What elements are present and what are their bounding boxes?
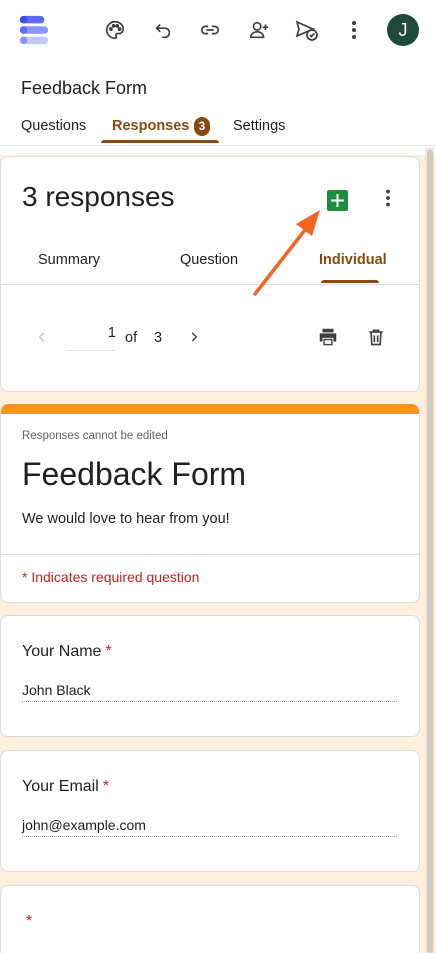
responses-card: 3 responses Summary Question Individual …: [0, 156, 420, 392]
document-title[interactable]: Feedback Form: [21, 78, 147, 99]
question-label: Your Name *: [22, 643, 112, 661]
answer-value: John Black: [22, 682, 91, 698]
question-label: Your Email *: [22, 778, 109, 796]
required-question-note: * Indicates required question: [22, 569, 200, 585]
tab-responses[interactable]: Responses: [112, 118, 189, 134]
question-title: Your Email: [22, 778, 99, 795]
scrollbar-thumb[interactable]: [427, 150, 433, 953]
subtab-individual[interactable]: Individual: [319, 252, 387, 268]
link-icon[interactable]: [194, 14, 226, 46]
subtab-summary[interactable]: Summary: [38, 252, 100, 268]
required-asterisk: *: [102, 778, 110, 795]
theme-color-bar: [1, 404, 419, 414]
pager-total: 3: [154, 330, 163, 346]
responses-card-divider: [1, 284, 419, 285]
question-card-partial: *: [0, 885, 420, 953]
question-title: Your Name: [22, 643, 102, 660]
tab-settings[interactable]: Settings: [233, 118, 285, 134]
responses-locked-note: Responses cannot be edited: [22, 430, 168, 442]
required-asterisk: *: [105, 643, 112, 660]
answer-value: john@example.com: [22, 817, 146, 833]
form-description: We would love to hear from you!: [22, 511, 230, 527]
form-header-divider: [1, 554, 419, 555]
responses-more-vert-icon[interactable]: [378, 186, 398, 210]
delete-icon[interactable]: [364, 325, 388, 349]
app-header: J Feedback Form Questions Responses 3 Se…: [0, 0, 436, 155]
undo-icon[interactable]: [147, 14, 179, 46]
previous-response-chevron-left-icon[interactable]: [30, 325, 54, 349]
send-preview-icon[interactable]: [291, 14, 323, 46]
active-subtab-indicator: [321, 280, 379, 283]
question-card-email: Your Email * john@example.com: [0, 750, 420, 872]
answer-underline: [22, 836, 397, 837]
question-card-name: Your Name * John Black: [0, 615, 420, 737]
form-header-card: Responses cannot be edited Feedback Form…: [0, 404, 420, 603]
add-collaborator-icon[interactable]: [243, 14, 275, 46]
palette-icon[interactable]: [99, 14, 131, 46]
google-forms-logo-icon[interactable]: [18, 14, 50, 46]
account-avatar[interactable]: J: [387, 14, 419, 46]
answer-underline: [22, 701, 397, 702]
link-to-sheets-icon[interactable]: [327, 190, 348, 211]
pager-of-label: of: [125, 330, 138, 346]
subtab-question[interactable]: Question: [180, 252, 238, 268]
next-response-chevron-right-icon[interactable]: [182, 325, 206, 349]
responses-count-title: 3 responses: [22, 181, 175, 212]
form-tabs: Questions Responses 3 Settings: [0, 108, 436, 144]
header-divider: [0, 145, 436, 146]
responses-count-badge: 3: [194, 117, 210, 136]
more-vert-icon[interactable]: [338, 14, 370, 46]
required-asterisk: *: [26, 913, 33, 930]
print-icon[interactable]: [316, 325, 340, 349]
response-number-value: 1: [107, 325, 116, 341]
form-title: Feedback Form: [22, 456, 247, 492]
response-number-input[interactable]: 1: [66, 325, 116, 351]
tab-questions[interactable]: Questions: [21, 118, 86, 134]
active-tab-indicator: [101, 140, 219, 143]
